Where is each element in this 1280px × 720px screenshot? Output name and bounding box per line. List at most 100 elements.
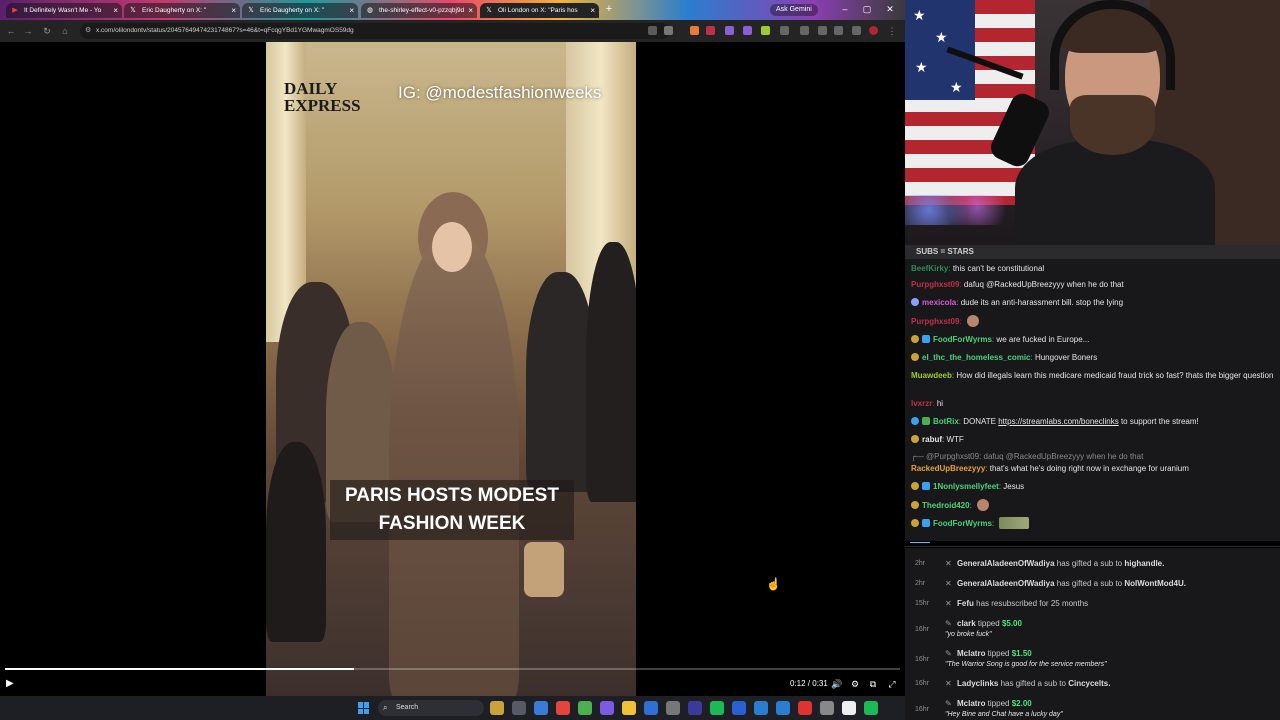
minimize-icon[interactable]: – [838,3,852,16]
play-button[interactable]: ▶ [6,678,14,690]
windows-start-icon[interactable] [358,702,370,714]
install-app-icon[interactable] [648,26,657,35]
chat-username[interactable]: BeefKirky [911,264,948,273]
taskbar-app-icon[interactable] [732,701,746,715]
taskbar-app-icon[interactable] [666,701,680,715]
event-username[interactable]: GeneralAladeenOfWadiya [957,559,1055,568]
taskbar-app-icon[interactable] [512,701,526,715]
split-view-icon[interactable] [818,26,827,35]
maximize-icon[interactable]: ▢ [860,3,874,16]
close-tab-icon[interactable]: × [113,3,118,18]
chat-badge-icon[interactable] [911,482,919,490]
profile-avatar[interactable] [869,26,878,35]
browser-tab[interactable]: 𝕏 Eric Daugherty on X: " × [124,3,240,18]
event-target-user[interactable]: NoIWontMod4U. [1124,579,1186,588]
forward-arrow-icon[interactable]: → [21,24,35,38]
chat-badge-icon[interactable] [922,519,930,527]
chat-username[interactable]: mexicola [922,298,956,307]
reload-icon[interactable]: ↻ [40,24,54,38]
close-tab-icon[interactable]: × [349,3,354,18]
event-username[interactable]: Mclatro [957,649,985,658]
chat-reply-context[interactable]: ╭— @Purpghxst09: dafuq @RackedUpBreezyyy… [911,451,1277,463]
chat-emote[interactable] [977,499,990,511]
taskbar-app-icon[interactable] [776,701,790,715]
bookmark-star-icon[interactable] [664,26,673,35]
chat-username[interactable]: BotRix [933,417,959,426]
extension-icon[interactable] [690,26,699,35]
event-target-user[interactable]: Cincycelts. [1068,679,1110,688]
chat-badge-icon[interactable] [911,335,919,343]
extension-icon[interactable] [725,26,734,35]
chat-badge-icon[interactable] [911,417,919,425]
taskbar-app-icon[interactable] [622,701,636,715]
chat-username[interactable]: 1Nonlysmellyfeet [933,482,999,491]
sidebar-icon[interactable] [852,26,861,35]
chat-username[interactable]: FoodForWyrms [933,519,992,528]
chat-badge-icon[interactable] [911,298,919,306]
extension-icon[interactable] [706,26,715,35]
event-target-user[interactable]: highandle. [1124,559,1164,568]
video-player[interactable]: DAILY EXPRESS IG: @modestfashionweeks PA… [0,42,905,696]
video-progress-bar[interactable] [5,668,900,670]
close-tab-icon[interactable]: × [468,3,473,18]
taskbar-app-icon[interactable] [644,701,658,715]
extension-icon[interactable] [743,26,752,35]
chat-emote[interactable] [966,315,979,327]
taskbar-app-icon[interactable] [820,701,834,715]
chat-badge-icon[interactable] [922,482,930,490]
chat-emote[interactable] [999,517,1030,529]
browser-menu-icon[interactable]: ⋮ [885,24,899,38]
back-arrow-icon[interactable]: ← [4,24,18,38]
chat-badge-icon[interactable] [911,353,919,361]
chat-username[interactable]: rabuf [922,435,942,444]
extension-icon[interactable] [761,26,770,35]
event-username[interactable]: clark [957,619,976,628]
chat-username[interactable]: el_thc_the_homeless_comic [922,353,1031,362]
download-icon[interactable] [834,26,843,35]
browser-tab-active[interactable]: 𝕏 Oli London on X: "Paris hos × [480,3,599,18]
browser-tab[interactable]: ◍ the-shirley-effect-v0-pzzqbj9d × [361,3,477,18]
chat-username[interactable]: Thedroid420 [922,501,970,510]
taskbar-app-icon[interactable] [490,701,504,715]
chat-username[interactable]: Purpghxst09 [911,317,959,326]
new-tab-button[interactable]: + [603,3,615,16]
close-tab-icon[interactable]: × [590,3,595,18]
chat-badge-icon[interactable] [911,435,919,443]
taskbar-app-icon[interactable] [600,701,614,715]
chat-username[interactable]: Muawdeeb [911,371,952,380]
chat-badge-icon[interactable] [911,501,919,509]
chat-link[interactable]: https://streamlabs.com/boneclinks [998,417,1119,426]
site-info-icon[interactable]: ⚙ [85,26,91,36]
chat-badge-icon[interactable] [922,335,930,343]
settings-gear-icon[interactable]: ⚙ [849,678,861,690]
event-username[interactable]: Ladyclinks [957,679,998,688]
tab-search-icon[interactable] [800,26,809,35]
chat-username[interactable]: lvxrzr [911,399,932,408]
taskbar-app-icon[interactable] [556,701,570,715]
taskbar-app-icon[interactable] [754,701,768,715]
chat-username[interactable]: FoodForWyrms [933,335,992,344]
browser-tab[interactable]: 𝕏 Eric Daugherty on X: " × [242,3,358,18]
taskbar-app-icon[interactable] [798,701,812,715]
browser-tab[interactable]: ▶ It Definitely Wasn't Me - Yo × [6,3,122,18]
volume-icon[interactable]: 🔊 [831,678,843,690]
close-window-icon[interactable]: ✕ [883,3,897,16]
taskbar-app-icon[interactable] [864,701,878,715]
picture-in-picture-icon[interactable]: ⧉ [867,678,879,690]
ask-gemini-button[interactable]: Ask Gemini [770,4,818,16]
url-field[interactable]: ⚙ x.com/olilondontv/status/2045764947423… [80,23,670,39]
chat-username[interactable]: Purpghxst09 [911,280,959,289]
home-icon[interactable]: ⌂ [58,24,72,38]
event-username[interactable]: Mclatro [957,699,985,708]
chat-username[interactable]: RackedUpBreezyyy [911,464,985,473]
taskbar-app-icon[interactable] [710,701,724,715]
extensions-puzzle-icon[interactable] [780,26,789,35]
chat-badge-icon[interactable] [922,417,930,425]
chat-badge-icon[interactable] [911,519,919,527]
event-username[interactable]: GeneralAladeenOfWadiya [957,579,1055,588]
taskbar-app-icon[interactable] [534,701,548,715]
taskbar-app-icon[interactable] [688,701,702,715]
fullscreen-icon[interactable]: ⤢ [886,678,898,690]
taskbar-app-icon[interactable] [842,701,856,715]
event-username[interactable]: Fefu [957,599,974,608]
